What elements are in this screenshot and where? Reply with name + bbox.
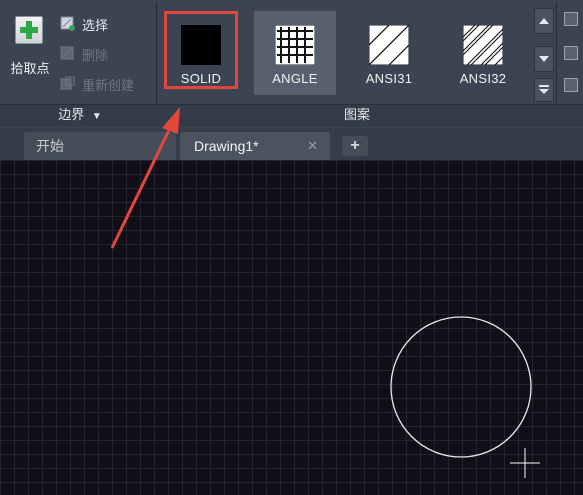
double-diagonal-hatch-icon bbox=[463, 25, 503, 65]
pick-point-label: 拾取点 bbox=[10, 61, 50, 76]
grid-pattern-icon bbox=[275, 25, 315, 65]
select-label: 选择 bbox=[82, 17, 109, 33]
diagonal-hatch-icon bbox=[369, 25, 409, 65]
drawing-layer bbox=[390, 316, 540, 478]
recreate-boundary-icon bbox=[60, 76, 75, 90]
tab-label: 开始 bbox=[36, 138, 64, 154]
boundary-panel-title[interactable]: 边界 ▼ bbox=[40, 104, 120, 126]
chevron-down-icon: ▼ bbox=[91, 111, 102, 122]
pattern-label: ANGLE bbox=[272, 71, 318, 86]
pattern-panel-title: 图案 bbox=[343, 107, 370, 122]
select-button[interactable]: 选择 bbox=[60, 14, 154, 34]
scroll-down-button[interactable] bbox=[534, 46, 554, 72]
pick-point-button[interactable]: 拾取点 bbox=[4, 12, 54, 78]
circle-shape[interactable] bbox=[390, 316, 532, 458]
close-icon[interactable]: ✕ bbox=[307, 132, 318, 160]
new-tab-button[interactable]: + bbox=[342, 136, 368, 156]
recreate-button[interactable]: 重新创建 bbox=[60, 74, 154, 94]
next-panel-partial bbox=[558, 6, 583, 106]
pattern-angle[interactable]: ANGLE bbox=[254, 11, 336, 95]
tool-icon[interactable] bbox=[564, 78, 578, 92]
pattern-label: ANSI32 bbox=[459, 71, 507, 86]
expand-icon bbox=[539, 85, 549, 94]
select-objects-icon bbox=[60, 16, 75, 31]
triangle-up-icon bbox=[539, 18, 549, 24]
triangle-down-icon bbox=[539, 56, 549, 62]
tab-drawing1[interactable]: Drawing1* ✕ bbox=[180, 132, 330, 160]
boundary-title-label: 边界 bbox=[58, 107, 85, 122]
pattern-ansi32[interactable]: ANSI32 bbox=[442, 11, 524, 95]
selection-highlight bbox=[164, 11, 238, 89]
delete-label: 删除 bbox=[82, 47, 109, 63]
delete-boundary-icon bbox=[60, 46, 74, 60]
tab-label: Drawing1* bbox=[194, 138, 259, 154]
recreate-label: 重新创建 bbox=[82, 77, 135, 93]
file-tab-bar: 开始 Drawing1* ✕ + bbox=[0, 128, 583, 160]
plus-icon bbox=[15, 16, 43, 44]
ribbon: 拾取点 选择 删除 重新创建 SOLID ANGLE ANSI31 ANSI32… bbox=[0, 0, 583, 129]
crosshair-cursor bbox=[510, 448, 540, 478]
drawing-canvas[interactable] bbox=[0, 160, 583, 495]
pattern-ansi31[interactable]: ANSI31 bbox=[348, 11, 430, 95]
scroll-up-button[interactable] bbox=[534, 8, 554, 34]
delete-button[interactable]: 删除 bbox=[60, 44, 154, 64]
gallery-scroll bbox=[534, 8, 554, 102]
expand-gallery-button[interactable] bbox=[534, 78, 554, 102]
pattern-label: ANSI31 bbox=[365, 71, 413, 86]
tool-icon[interactable] bbox=[564, 46, 578, 60]
tab-start[interactable]: 开始 bbox=[24, 132, 176, 160]
plus-icon: + bbox=[350, 137, 360, 154]
tool-icon[interactable] bbox=[564, 12, 578, 26]
